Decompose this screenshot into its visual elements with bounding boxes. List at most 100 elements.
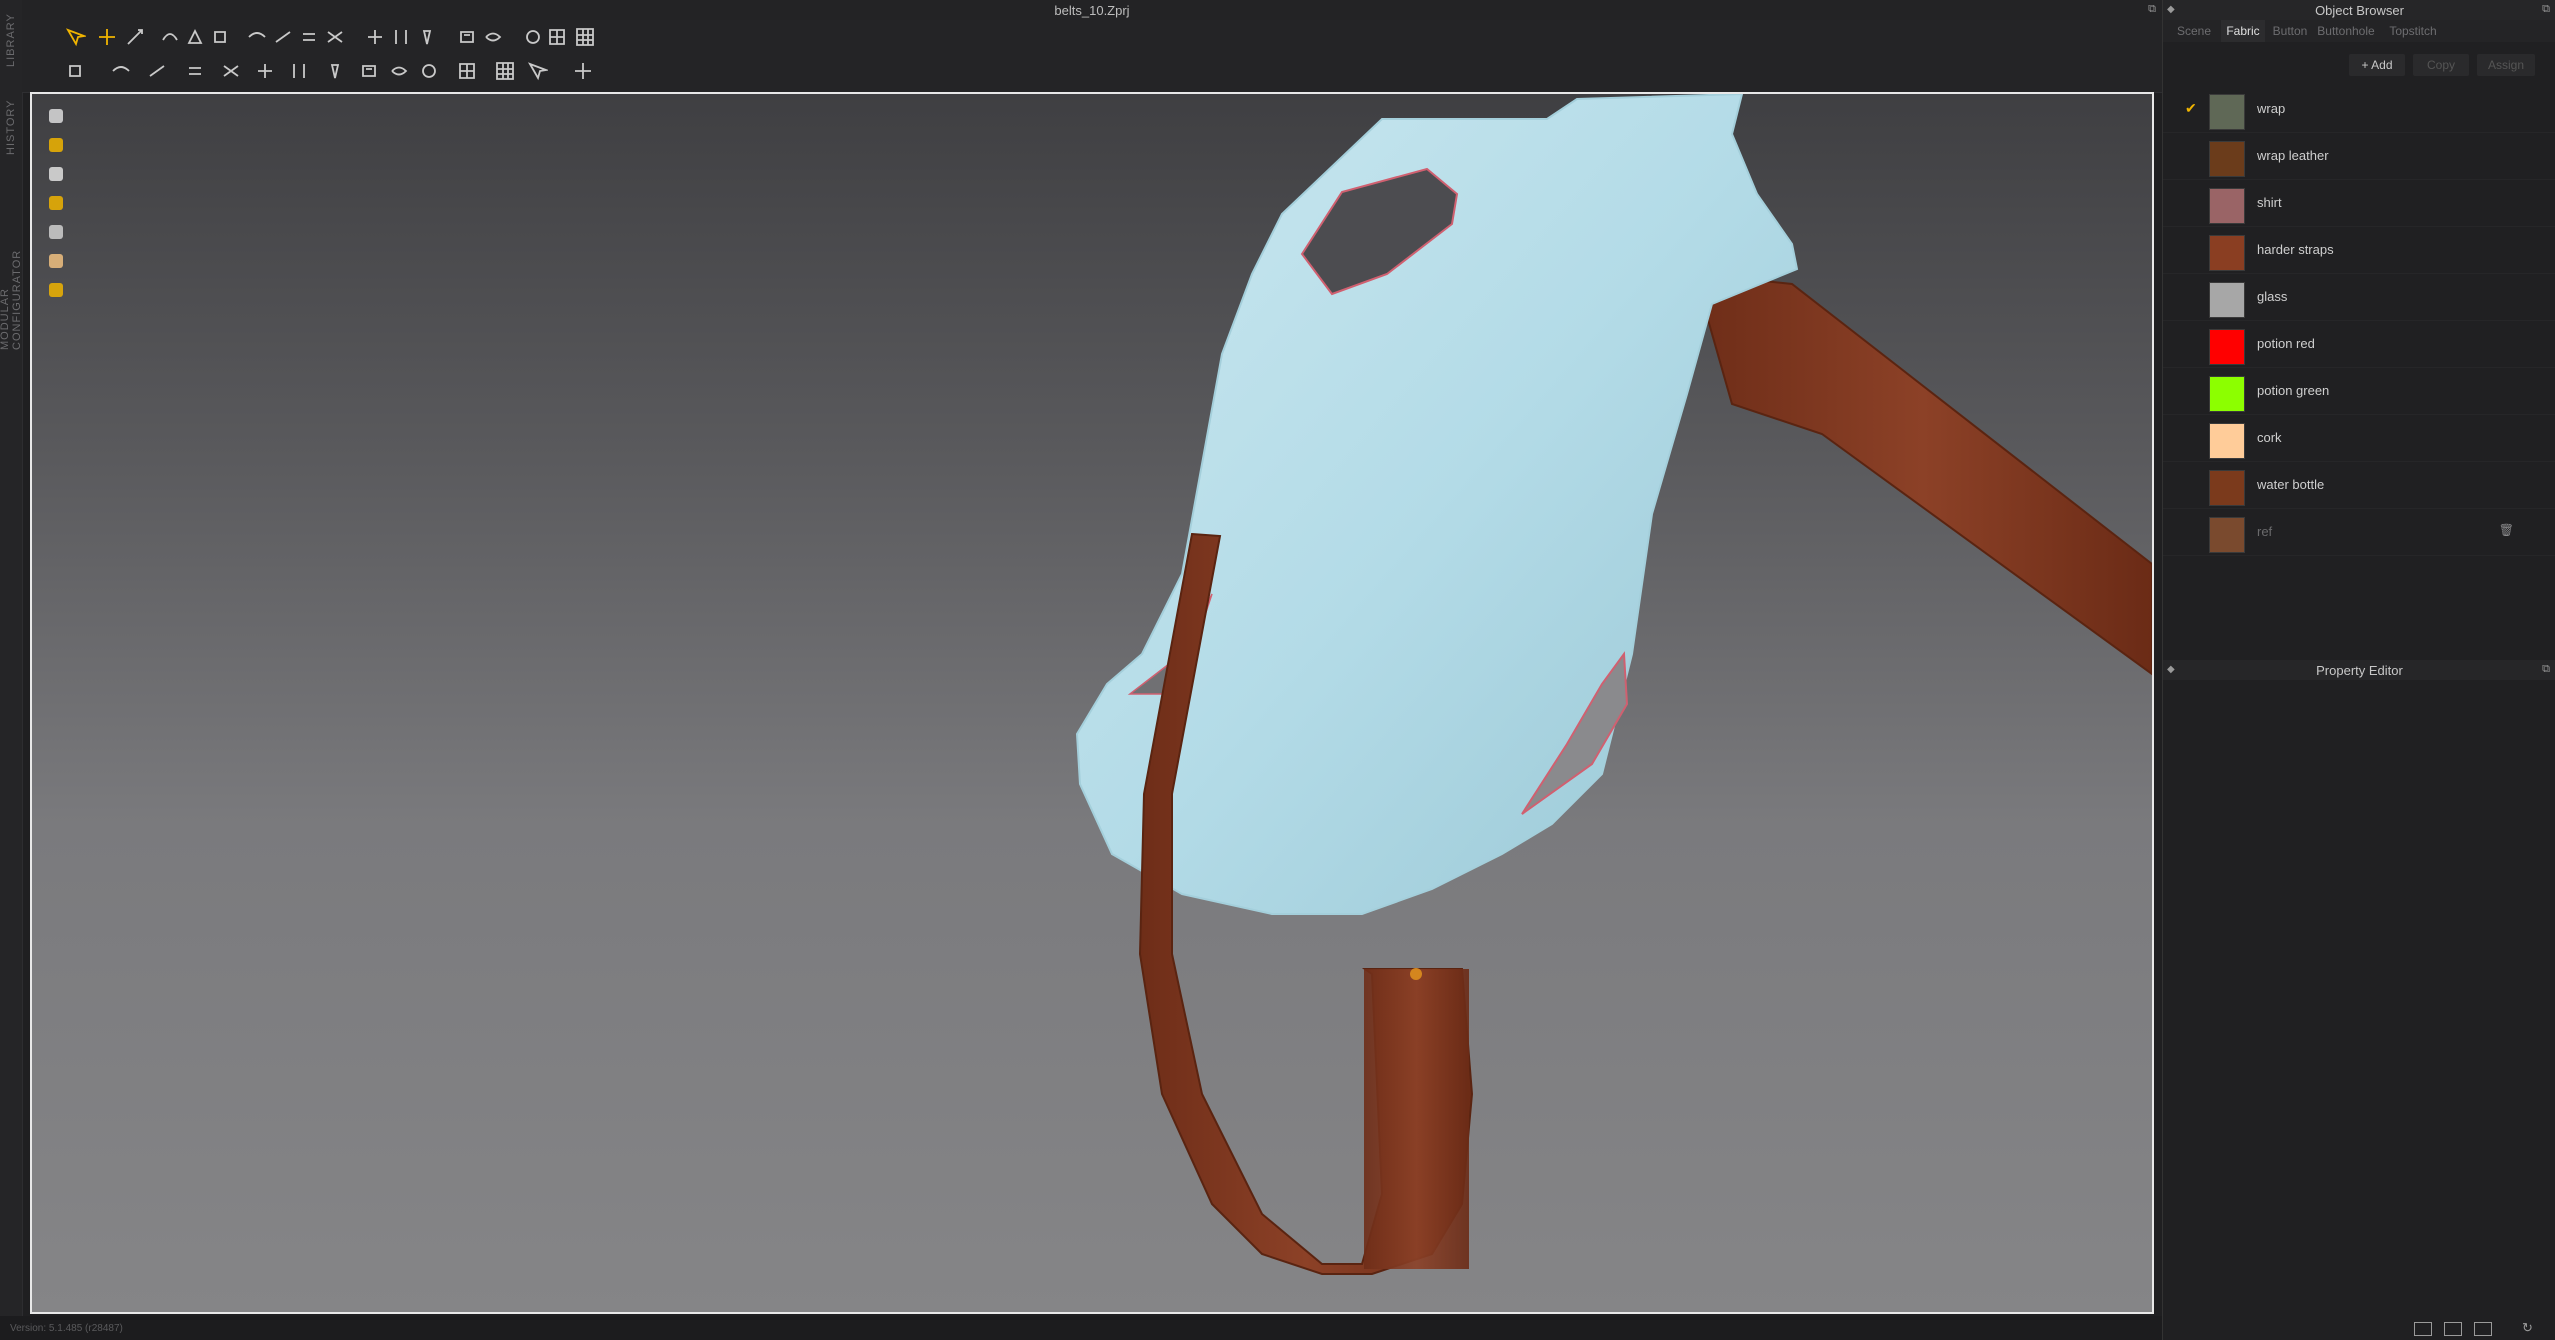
edit-pattern-icon[interactable]	[122, 24, 148, 50]
tab-topstitch[interactable]: Topstitch	[2377, 20, 2449, 42]
modular-configurator-tab[interactable]: MODULAR CONFIGURATOR	[0, 190, 23, 350]
object-browser-header: ◆ Object Browser ⧉	[2163, 0, 2555, 20]
left-side-strip: LIBRARY HISTORY MODULAR CONFIGURATOR	[0, 0, 23, 1340]
sew-icon[interactable]	[244, 24, 270, 50]
3d-viewport[interactable]	[30, 92, 2154, 1314]
select-move-icon[interactable]	[62, 24, 88, 50]
object-browser-actions: + Add Copy Assign	[2163, 50, 2555, 80]
add-button[interactable]: + Add	[2349, 54, 2405, 76]
fold-icon[interactable]	[362, 24, 388, 50]
fabric-row[interactable]: ✔ wrap	[2163, 86, 2555, 133]
fabric-swatch[interactable]	[2209, 329, 2245, 365]
add-point-icon[interactable]	[207, 24, 233, 50]
view-layout-controls: ↻	[2408, 1318, 2555, 1340]
popout-icon[interactable]: ⧉	[2542, 663, 2550, 676]
eraser-icon[interactable]	[44, 220, 68, 244]
fabric-name: wrap	[2257, 101, 2286, 116]
unfold-icon[interactable]	[252, 58, 278, 84]
split-3d-view-icon[interactable]	[2444, 1322, 2462, 1336]
fabric-list: ✔ wrap wrap leather shirt harder straps glass…	[2163, 86, 2555, 556]
elastic-icon[interactable]	[492, 58, 518, 84]
fabric-swatch[interactable]	[2209, 470, 2245, 506]
library-tab[interactable]: LIBRARY	[2, 10, 20, 70]
refresh-icon[interactable]: ↻	[2522, 1320, 2533, 1336]
mesh-icon[interactable]	[544, 24, 570, 50]
fabric-swatch[interactable]	[2209, 282, 2245, 318]
free-sew-icon[interactable]	[270, 24, 296, 50]
fabric-name: glass	[2257, 289, 2288, 304]
assign-button[interactable]: Assign	[2477, 54, 2535, 76]
version-text: Version: 5.1.485 (r28487)	[10, 1323, 123, 1334]
tab-scene[interactable]: Scene	[2167, 20, 2221, 42]
fabric-row[interactable]: shirt	[2163, 180, 2555, 227]
measure-icon[interactable]	[524, 58, 550, 84]
fabric-row[interactable]: potion green	[2163, 368, 2555, 415]
front-strap	[1364, 969, 1469, 1269]
grid-icon[interactable]	[572, 24, 598, 50]
fitting-icon[interactable]	[144, 58, 170, 84]
m-n-sew-icon[interactable]	[322, 24, 348, 50]
layer-icon[interactable]	[44, 191, 68, 215]
strengthen-icon[interactable]	[454, 24, 480, 50]
single-view-icon[interactable]	[2414, 1322, 2432, 1336]
globe-icon[interactable]	[44, 278, 68, 302]
buttonhole-icon[interactable]	[386, 58, 412, 84]
fabric-swatch[interactable]	[2209, 517, 2245, 553]
trash-icon[interactable]: 🗑	[2499, 523, 2514, 537]
main-toolbar	[22, 20, 2162, 93]
garment-icon[interactable]	[44, 104, 68, 128]
tack-icon[interactable]	[388, 24, 414, 50]
fabric-icon[interactable]	[44, 133, 68, 157]
copy-button[interactable]: Copy	[2413, 54, 2469, 76]
3d-scene[interactable]	[32, 94, 2152, 1312]
edit-point-icon[interactable]	[182, 24, 208, 50]
avatar-head-icon[interactable]	[44, 249, 68, 273]
avatar-icon[interactable]	[44, 162, 68, 186]
segment-sew-icon[interactable]	[296, 24, 322, 50]
popout-icon[interactable]: ⧉	[2542, 3, 2550, 16]
diagonal-strap	[1693, 272, 2152, 676]
fabric-row[interactable]: harder straps	[2163, 227, 2555, 274]
fabric-row[interactable]: water bottle	[2163, 462, 2555, 509]
button-icon[interactable]	[356, 58, 382, 84]
avatar-pose-icon[interactable]	[62, 58, 88, 84]
pin-icon[interactable]	[414, 24, 440, 50]
window-title: belts_10.Zprj	[1054, 3, 1130, 18]
zipper-icon[interactable]	[416, 58, 442, 84]
fabric-name: harder straps	[2257, 242, 2334, 257]
title-bar: belts_10.Zprj ⧉	[22, 0, 2162, 20]
simulate-icon[interactable]	[108, 58, 134, 84]
gizmo-icon[interactable]	[570, 58, 596, 84]
fabric-row[interactable]: wrap leather	[2163, 133, 2555, 180]
fabric-swatch[interactable]	[2209, 141, 2245, 177]
fabric-swatch[interactable]	[2209, 423, 2245, 459]
texture-icon[interactable]	[286, 58, 312, 84]
edit-curvature-icon[interactable]	[157, 24, 183, 50]
fabric-swatch[interactable]	[2209, 94, 2245, 130]
tab-button[interactable]: Button	[2265, 20, 2315, 42]
transform-icon[interactable]	[94, 24, 120, 50]
lasso-icon[interactable]	[520, 24, 546, 50]
history-tab[interactable]: HISTORY	[2, 95, 20, 160]
fabric-row[interactable]: glass	[2163, 274, 2555, 321]
object-browser-title: Object Browser	[2315, 3, 2404, 18]
piping-icon[interactable]	[454, 58, 480, 84]
object-browser-tabs: Scene Fabric Button Buttonhole Topstitch	[2163, 20, 2555, 42]
skin-icon[interactable]	[182, 58, 208, 84]
fabric-swatch[interactable]	[2209, 235, 2245, 271]
checkmark-icon: ✔	[2185, 100, 2197, 116]
fabric-swatch[interactable]	[2209, 188, 2245, 224]
fabric-row[interactable]: ref 🗑	[2163, 509, 2555, 556]
fabric-swatch[interactable]	[2209, 376, 2245, 412]
fabric-row[interactable]: cork	[2163, 415, 2555, 462]
shrinkage-icon[interactable]	[480, 24, 506, 50]
tab-fabric[interactable]: Fabric	[2221, 20, 2265, 42]
split-2d-view-icon[interactable]	[2474, 1322, 2492, 1336]
tab-buttonhole[interactable]: Buttonhole	[2315, 20, 2377, 42]
right-panel: ◆ Object Browser ⧉ Scene Fabric Button Butt…	[2162, 0, 2555, 1340]
flatten-icon[interactable]	[218, 58, 244, 84]
popout-icon[interactable]: ⧉	[2148, 3, 2156, 16]
pattern-icon[interactable]	[322, 58, 348, 84]
fabric-name: water bottle	[2257, 477, 2325, 492]
fabric-row[interactable]: potion red	[2163, 321, 2555, 368]
